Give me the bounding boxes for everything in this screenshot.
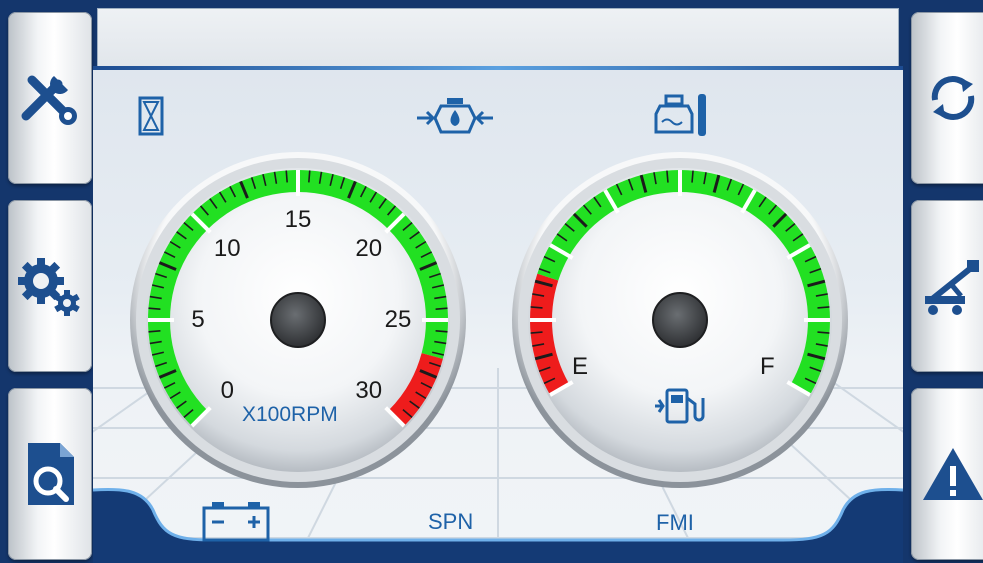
rpm-tick-label: 25 xyxy=(384,306,412,333)
rpm-tick-label: 5 xyxy=(191,306,205,333)
fuel-minor-tick xyxy=(817,306,830,309)
rpm-gauge xyxy=(130,152,466,488)
fuel-minor-tick xyxy=(691,170,694,183)
fuel-minor-tick xyxy=(530,306,543,309)
fuel-empty-label: E xyxy=(572,353,589,380)
fuel-gauge xyxy=(512,152,848,488)
rpm-unit-label: X100RPM xyxy=(242,403,338,426)
rpm-tick-label: 0 xyxy=(220,376,234,404)
fuel-minor-tick xyxy=(666,170,669,183)
rpm-tick-label: 30 xyxy=(355,376,383,404)
rpm-minor-tick xyxy=(435,330,448,333)
battery-icon xyxy=(202,502,270,542)
fuel-gauge-hub xyxy=(652,292,708,348)
fuel-pump-icon xyxy=(655,388,705,424)
rpm-minor-tick xyxy=(148,307,161,310)
rpm-tick-label: 10 xyxy=(213,235,241,263)
rpm-gauge-hub xyxy=(270,292,326,348)
spn-label: SPN xyxy=(428,509,474,534)
rpm-minor-tick xyxy=(285,170,288,183)
rpm-minor-tick xyxy=(148,330,161,333)
rpm-minor-tick xyxy=(308,170,311,183)
rpm-tick-label: 20 xyxy=(355,235,383,263)
fmi-label: FMI xyxy=(656,510,694,535)
rpm-minor-tick xyxy=(435,307,448,310)
fuel-full-label: F xyxy=(760,353,775,380)
rpm-tick-label: 15 xyxy=(284,206,312,233)
fuel-minor-tick xyxy=(530,331,543,334)
fuel-minor-tick xyxy=(817,331,830,334)
